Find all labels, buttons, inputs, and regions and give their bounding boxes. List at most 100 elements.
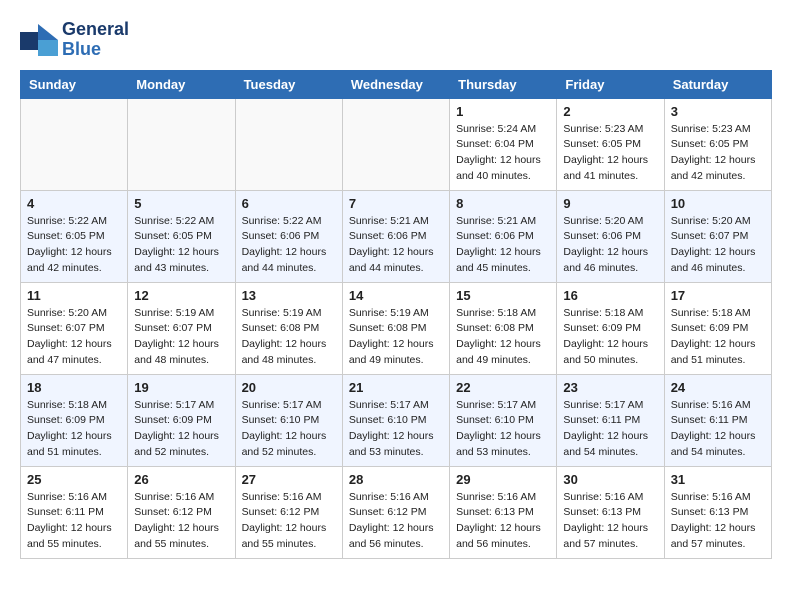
calendar-cell: 7Sunrise: 5:21 AMSunset: 6:06 PMDaylight…	[342, 190, 449, 282]
day-info: Sunrise: 5:16 AMSunset: 6:12 PMDaylight:…	[349, 490, 443, 553]
calendar-cell	[21, 98, 128, 190]
day-header-thursday: Thursday	[450, 70, 557, 98]
calendar-cell	[128, 98, 235, 190]
day-info: Sunrise: 5:18 AMSunset: 6:09 PMDaylight:…	[671, 306, 765, 369]
calendar-cell: 10 Sunrise: 5:20 AMSunset: 6:07 PMDayligh…	[664, 190, 771, 282]
day-info: Sunrise: 5:18 AMSunset: 6:09 PMDaylight:…	[563, 306, 657, 369]
calendar-cell: 9Sunrise: 5:20 AMSunset: 6:06 PMDaylight…	[557, 190, 664, 282]
day-info: Sunrise: 5:16 AMSunset: 6:13 PMDaylight:…	[563, 490, 657, 553]
calendar-cell: 18Sunrise: 5:18 AMSunset: 6:09 PMDayligh…	[21, 374, 128, 466]
day-info: Sunrise: 5:16 AMSunset: 6:13 PMDaylight:…	[456, 490, 550, 553]
calendar-cell: 12 Sunrise: 5:19 AMSunset: 6:07 PMDayligh…	[128, 282, 235, 374]
day-number: 24	[671, 380, 765, 395]
calendar-cell: 19 Sunrise: 5:17 AMSunset: 6:09 PMDayligh…	[128, 374, 235, 466]
day-header-friday: Friday	[557, 70, 664, 98]
day-header-monday: Monday	[128, 70, 235, 98]
day-number: 28	[349, 472, 443, 487]
day-info: Sunrise: 5:17 AMSunset: 6:10 PMDaylight:…	[349, 398, 443, 461]
calendar-cell: 24 Sunrise: 5:16 AMSunset: 6:11 PMDayligh…	[664, 374, 771, 466]
day-info: Sunrise: 5:16 AMSunset: 6:12 PMDaylight:…	[134, 490, 228, 553]
day-number: 29	[456, 472, 550, 487]
day-number: 31	[671, 472, 765, 487]
day-info: Sunrise: 5:22 AMSunset: 6:06 PMDaylight:…	[242, 214, 336, 277]
day-info: Sunrise: 5:19 AMSunset: 6:08 PMDaylight:…	[349, 306, 443, 369]
day-info: Sunrise: 5:16 AMSunset: 6:11 PMDaylight:…	[671, 398, 765, 461]
day-number: 14	[349, 288, 443, 303]
day-number: 23	[563, 380, 657, 395]
page-header: General Blue	[20, 20, 772, 60]
calendar-table: SundayMondayTuesdayWednesdayThursdayFrid…	[20, 70, 772, 559]
day-info: Sunrise: 5:17 AMSunset: 6:09 PMDaylight:…	[134, 398, 228, 461]
calendar-cell: 16 Sunrise: 5:18 AMSunset: 6:09 PMDayligh…	[557, 282, 664, 374]
day-number: 8	[456, 196, 550, 211]
day-info: Sunrise: 5:22 AMSunset: 6:05 PMDaylight:…	[134, 214, 228, 277]
day-header-saturday: Saturday	[664, 70, 771, 98]
day-info: Sunrise: 5:19 AMSunset: 6:07 PMDaylight:…	[134, 306, 228, 369]
day-info: Sunrise: 5:16 AMSunset: 6:13 PMDaylight:…	[671, 490, 765, 553]
day-info: Sunrise: 5:19 AMSunset: 6:08 PMDaylight:…	[242, 306, 336, 369]
day-number: 2	[563, 104, 657, 119]
calendar-cell: 17 Sunrise: 5:18 AMSunset: 6:09 PMDayligh…	[664, 282, 771, 374]
day-number: 21	[349, 380, 443, 395]
day-info: Sunrise: 5:23 AMSunset: 6:05 PMDaylight:…	[671, 122, 765, 185]
day-number: 17	[671, 288, 765, 303]
day-number: 9	[563, 196, 657, 211]
calendar-cell	[235, 98, 342, 190]
calendar-cell: 29 Sunrise: 5:16 AMSunset: 6:13 PMDayligh…	[450, 466, 557, 558]
calendar-cell: 20 Sunrise: 5:17 AMSunset: 6:10 PMDayligh…	[235, 374, 342, 466]
day-info: Sunrise: 5:17 AMSunset: 6:10 PMDaylight:…	[242, 398, 336, 461]
day-info: Sunrise: 5:17 AMSunset: 6:10 PMDaylight:…	[456, 398, 550, 461]
calendar-cell: 26 Sunrise: 5:16 AMSunset: 6:12 PMDayligh…	[128, 466, 235, 558]
calendar-cell: 23 Sunrise: 5:17 AMSunset: 6:11 PMDayligh…	[557, 374, 664, 466]
day-number: 27	[242, 472, 336, 487]
logo-blue: Blue	[62, 40, 129, 60]
day-info: Sunrise: 5:18 AMSunset: 6:08 PMDaylight:…	[456, 306, 550, 369]
calendar-cell: 2 Sunrise: 5:23 AMSunset: 6:05 PMDaylight…	[557, 98, 664, 190]
day-number: 10	[671, 196, 765, 211]
calendar-cell: 28 Sunrise: 5:16 AMSunset: 6:12 PMDayligh…	[342, 466, 449, 558]
day-number: 13	[242, 288, 336, 303]
day-number: 26	[134, 472, 228, 487]
calendar-cell: 31 Sunrise: 5:16 AMSunset: 6:13 PMDayligh…	[664, 466, 771, 558]
day-number: 16	[563, 288, 657, 303]
day-number: 4	[27, 196, 121, 211]
calendar-cell	[342, 98, 449, 190]
calendar-cell: 8Sunrise: 5:21 AMSunset: 6:06 PMDaylight…	[450, 190, 557, 282]
calendar-cell: 3Sunrise: 5:23 AMSunset: 6:05 PMDaylight…	[664, 98, 771, 190]
calendar-cell: 27 Sunrise: 5:16 AMSunset: 6:12 PMDayligh…	[235, 466, 342, 558]
day-info: Sunrise: 5:20 AMSunset: 6:07 PMDaylight:…	[27, 306, 121, 369]
day-info: Sunrise: 5:23 AMSunset: 6:05 PMDaylight:…	[563, 122, 657, 185]
calendar-cell: 30 Sunrise: 5:16 AMSunset: 6:13 PMDayligh…	[557, 466, 664, 558]
calendar-cell: 1 Sunrise: 5:24 AMSunset: 6:04 PMDaylight…	[450, 98, 557, 190]
day-number: 30	[563, 472, 657, 487]
day-number: 5	[134, 196, 228, 211]
day-info: Sunrise: 5:24 AMSunset: 6:04 PMDaylight:…	[456, 122, 550, 185]
day-number: 15	[456, 288, 550, 303]
calendar-cell: 4 Sunrise: 5:22 AMSunset: 6:05 PMDaylight…	[21, 190, 128, 282]
day-info: Sunrise: 5:18 AMSunset: 6:09 PMDaylight:…	[27, 398, 121, 461]
calendar-cell: 21 Sunrise: 5:17 AMSunset: 6:10 PMDayligh…	[342, 374, 449, 466]
day-number: 6	[242, 196, 336, 211]
calendar-cell: 15 Sunrise: 5:18 AMSunset: 6:08 PMDayligh…	[450, 282, 557, 374]
day-info: Sunrise: 5:17 AMSunset: 6:11 PMDaylight:…	[563, 398, 657, 461]
day-number: 1	[456, 104, 550, 119]
calendar-cell: 25 Sunrise: 5:16 AMSunset: 6:11 PMDayligh…	[21, 466, 128, 558]
day-info: Sunrise: 5:20 AMSunset: 6:07 PMDaylight:…	[671, 214, 765, 277]
day-header-wednesday: Wednesday	[342, 70, 449, 98]
day-number: 19	[134, 380, 228, 395]
calendar-cell: 11 Sunrise: 5:20 AMSunset: 6:07 PMDayligh…	[21, 282, 128, 374]
day-info: Sunrise: 5:22 AMSunset: 6:05 PMDaylight:…	[27, 214, 121, 277]
day-number: 7	[349, 196, 443, 211]
day-number: 12	[134, 288, 228, 303]
day-number: 22	[456, 380, 550, 395]
day-info: Sunrise: 5:16 AMSunset: 6:11 PMDaylight:…	[27, 490, 121, 553]
logo-general: General	[62, 20, 129, 40]
day-info: Sunrise: 5:16 AMSunset: 6:12 PMDaylight:…	[242, 490, 336, 553]
day-number: 11	[27, 288, 121, 303]
calendar-cell: 22 Sunrise: 5:17 AMSunset: 6:10 PMDayligh…	[450, 374, 557, 466]
calendar-cell: 6 Sunrise: 5:22 AMSunset: 6:06 PMDaylight…	[235, 190, 342, 282]
day-number: 25	[27, 472, 121, 487]
day-number: 20	[242, 380, 336, 395]
calendar-cell: 5 Sunrise: 5:22 AMSunset: 6:05 PMDaylight…	[128, 190, 235, 282]
day-header-sunday: Sunday	[21, 70, 128, 98]
